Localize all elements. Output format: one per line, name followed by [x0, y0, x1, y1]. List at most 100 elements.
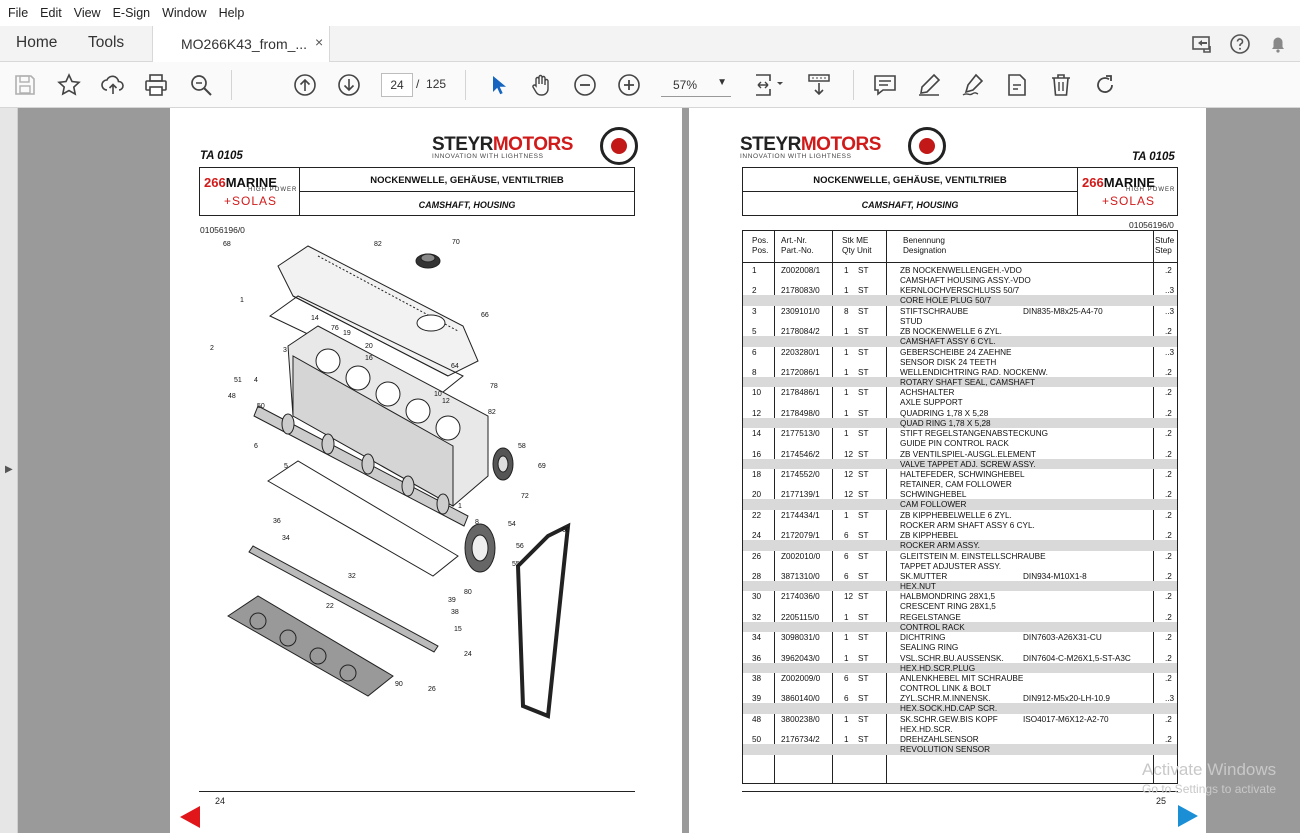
- callout-label: 39: [448, 597, 456, 604]
- document-viewport[interactable]: ▶ STEYRMOTORS INNOVATION WITH LIGHTNESS …: [0, 108, 1300, 833]
- cell-standard: DIN912-M5x20-LH-10.9: [1023, 694, 1110, 704]
- cell-part-no: 2176734/2: [781, 735, 820, 745]
- expand-panel-icon[interactable]: ▶: [5, 464, 13, 475]
- callout-label: 90: [395, 681, 403, 688]
- cell-designation-de: GEBERSCHEIBE 24 ZAEHNE: [900, 347, 1012, 357]
- menu-help[interactable]: Help: [213, 0, 251, 26]
- marine-logo: 266MARINE HIGH POWER +SOLAS: [204, 175, 298, 208]
- header-table: 266MARINE HIGH POWER +SOLAS NOCKENWELLE,…: [199, 167, 635, 216]
- callout-label: 51: [234, 377, 242, 384]
- cell-step: .2: [1165, 653, 1172, 663]
- zoom-level-select[interactable]: 57% ▼: [661, 73, 731, 97]
- cell-qty: 1: [844, 286, 849, 296]
- previous-page-icon[interactable]: [292, 72, 318, 98]
- sign-pen-icon[interactable]: [960, 72, 986, 98]
- cell-pos: 14: [752, 429, 762, 439]
- cell-qty: 12: [844, 449, 854, 459]
- steyr-motors-logo: STEYRMOTORS INNOVATION WITH LIGHTNESS: [740, 127, 946, 165]
- cell-step: ..3: [1165, 306, 1175, 316]
- cell-part-no: 2309101/0: [781, 306, 820, 316]
- print-icon[interactable]: [143, 72, 169, 98]
- cell-part-no: Z002009/0: [781, 674, 821, 683]
- tab-document[interactable]: MO266K43_from_... ×: [152, 26, 330, 62]
- cell-step: .2: [1165, 674, 1172, 683]
- cell-standard: ISO4017-M6X12-A2-70: [1023, 714, 1109, 724]
- search-zoom-icon[interactable]: [188, 72, 214, 98]
- cell-qty: 1: [844, 714, 849, 724]
- page-number-input[interactable]: 24: [381, 73, 413, 97]
- callout-label: 64: [451, 363, 459, 370]
- cell-step: .2: [1165, 510, 1172, 520]
- callout-label: 22: [326, 603, 334, 610]
- zoom-out-icon[interactable]: [572, 72, 598, 98]
- tab-home[interactable]: Home: [16, 26, 57, 60]
- help-icon[interactable]: [1228, 32, 1252, 61]
- marine-logo: 266MARINE HIGH POWER +SOLAS: [1082, 175, 1176, 208]
- cell-designation-de: ZB KIPPHEBEL: [900, 531, 959, 541]
- cell-qty: 1: [844, 735, 849, 745]
- cell-pos: 10: [752, 388, 762, 398]
- section-title-de: NOCKENWELLE, GEHÄUSE, VENTILTRIEB: [813, 175, 1007, 186]
- cell-pos: 2: [752, 286, 757, 296]
- previous-page-arrow-icon[interactable]: [180, 806, 200, 828]
- left-panel-toggle[interactable]: ▶: [0, 108, 18, 833]
- next-page-icon[interactable]: [336, 72, 362, 98]
- cell-step: .2: [1165, 490, 1172, 500]
- menu-view[interactable]: View: [68, 0, 107, 26]
- callout-label: 55: [512, 561, 520, 568]
- cell-step: .2: [1165, 531, 1172, 541]
- section-title-en: CAMSHAFT, HOUSING: [861, 200, 959, 210]
- cell-step: .2: [1165, 408, 1172, 418]
- tab-tools[interactable]: Tools: [88, 26, 124, 60]
- header-table: NOCKENWELLE, GEHÄUSE, VENTILTRIEB CAMSHA…: [742, 167, 1178, 216]
- cell-unit: ST: [858, 368, 869, 377]
- edit-document-icon[interactable]: [1004, 72, 1030, 98]
- menu-file[interactable]: File: [2, 0, 34, 26]
- menu-esign[interactable]: E-Sign: [107, 0, 157, 26]
- select-cursor-icon[interactable]: [485, 72, 511, 98]
- upload-cloud-icon[interactable]: [100, 72, 126, 98]
- zoom-in-icon[interactable]: [616, 72, 642, 98]
- comment-icon[interactable]: [872, 72, 898, 98]
- steyr-seal-icon: [908, 127, 946, 165]
- close-tab-icon[interactable]: ×: [315, 34, 323, 50]
- callout-label: 58: [518, 443, 526, 450]
- callout-label: 60: [562, 527, 570, 534]
- page-total: / 125: [416, 77, 447, 91]
- steyr-seal-icon: [600, 127, 638, 165]
- callout-label: 56: [516, 543, 524, 550]
- callout-label: 38: [451, 609, 459, 616]
- hand-pan-icon[interactable]: [528, 72, 554, 98]
- redo-rotate-icon[interactable]: [1092, 72, 1118, 98]
- cell-designation-de: ZB KIPPHEBELWELLE 6 ZYL.: [900, 510, 1012, 520]
- delete-trash-icon[interactable]: [1048, 72, 1074, 98]
- pdf-page-right: STEYRMOTORS INNOVATION WITH LIGHTNESS TA…: [689, 108, 1206, 833]
- bookmark-star-icon[interactable]: [56, 72, 82, 98]
- callout-label: 10: [434, 391, 442, 398]
- cell-unit: ST: [858, 653, 869, 663]
- callout-label: 80: [464, 589, 472, 596]
- col-header-pos: Pos. Pos.: [752, 236, 769, 255]
- callout-label: 15: [454, 626, 462, 633]
- cell-part-no: 2174036/0: [781, 592, 820, 602]
- share-screen-icon[interactable]: [1190, 32, 1214, 61]
- cell-designation-de: ANLENKHEBEL MIT SCHRAUBE: [900, 674, 1024, 683]
- scroll-mode-icon[interactable]: [806, 72, 832, 98]
- next-page-arrow-icon[interactable]: [1178, 805, 1198, 827]
- save-icon[interactable]: [12, 72, 38, 98]
- cell-designation-de: QUADRING 1,78 X 5,28: [900, 408, 989, 418]
- cell-unit: ST: [858, 408, 869, 418]
- menu-edit[interactable]: Edit: [34, 0, 68, 26]
- cell-unit: ST: [858, 266, 869, 275]
- col-header-part-no: Art.-Nr. Part.-No.: [781, 236, 814, 255]
- cell-pos: 32: [752, 612, 762, 622]
- callout-label: 2: [210, 345, 214, 352]
- cell-step: ..3: [1165, 694, 1175, 704]
- cell-designation-de: ZB NOCKENWELLENGEH.-VDO: [900, 266, 1022, 275]
- table-row: 36 3962043/0 1 ST VSL.SCHR.BU.AUSSENSK. HEX.H…: [743, 653, 1177, 673]
- page-fit-icon[interactable]: [752, 72, 786, 98]
- notifications-bell-icon[interactable]: [1266, 32, 1290, 61]
- menu-window[interactable]: Window: [156, 0, 212, 26]
- highlight-pen-icon[interactable]: [916, 72, 942, 98]
- callout-label: 4: [254, 377, 258, 384]
